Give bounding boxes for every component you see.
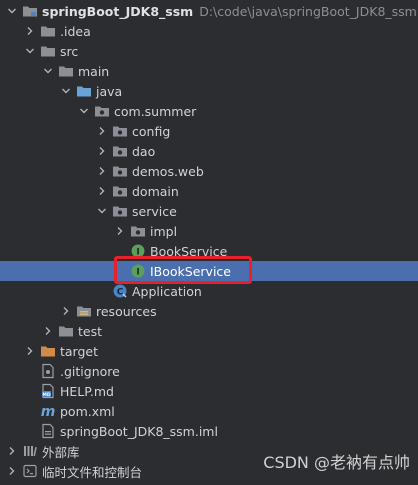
package-icon: [130, 223, 146, 239]
chevron-down-icon[interactable]: [78, 105, 90, 117]
chevron-right-icon[interactable]: [96, 125, 108, 137]
project-tree: springBoot_JDK8_ssm D:\code\java\springB…: [0, 0, 418, 485]
tree-label-pom-xml: pom.xml: [60, 403, 115, 419]
tree-label-book-service: BookService: [150, 243, 228, 259]
tree-label-domain: domain: [132, 183, 179, 199]
tree-label-java: java: [96, 83, 123, 99]
tree-row-package[interactable]: com.summer: [0, 101, 418, 121]
tree-label-impl: impl: [150, 223, 178, 239]
chevron-down-icon[interactable]: [60, 85, 72, 97]
svg-text:C: C: [117, 288, 124, 298]
libraries-icon: [22, 443, 38, 459]
chevron-down-icon[interactable]: [24, 45, 36, 57]
tree-label-service: service: [132, 203, 177, 219]
tree-label-application: Application: [132, 283, 202, 299]
tree-label-package: com.summer: [114, 103, 197, 119]
chevron-right-icon[interactable]: [60, 305, 72, 317]
maven-icon: m: [40, 403, 56, 419]
tree-row-service[interactable]: service: [0, 201, 418, 221]
tree-row-dao[interactable]: dao: [0, 141, 418, 161]
interface-icon: I: [130, 263, 146, 279]
chevron-right-icon[interactable]: [96, 145, 108, 157]
tree-label-idea: .idea: [60, 23, 91, 39]
chevron-right-icon[interactable]: [24, 25, 36, 37]
chevron-down-icon[interactable]: [6, 5, 18, 17]
folder-icon: [40, 23, 56, 39]
package-icon: [112, 123, 128, 139]
class-icon: C: [112, 283, 128, 299]
tree-row-ibook-service[interactable]: I IBookService: [0, 261, 418, 281]
tree-row-impl[interactable]: impl: [0, 221, 418, 241]
tree-label-gitignore: .gitignore: [60, 363, 120, 379]
svg-text:I: I: [136, 248, 139, 258]
project-name: springBoot_JDK8_ssm: [42, 3, 194, 19]
tree-row-book-service[interactable]: I BookService: [0, 241, 418, 261]
folder-icon: [58, 63, 74, 79]
chevron-right-icon[interactable]: [114, 225, 126, 237]
package-icon: [112, 203, 128, 219]
tree-label-ibook-service: IBookService: [150, 263, 231, 279]
tree-row-help-md[interactable]: MD HELP.md: [0, 381, 418, 401]
folder-icon: [40, 43, 56, 59]
folder-icon: [22, 3, 38, 19]
chevron-right-icon[interactable]: [6, 445, 18, 457]
chevron-right-icon[interactable]: [42, 325, 54, 337]
tree-row-resources[interactable]: resources: [0, 301, 418, 321]
markdown-icon: MD: [40, 383, 56, 399]
package-icon: [112, 183, 128, 199]
chevron-right-icon[interactable]: [24, 345, 36, 357]
tree-row-project[interactable]: springBoot_JDK8_ssm D:\code\java\springB…: [0, 1, 418, 21]
source-folder-icon: [76, 83, 92, 99]
tree-label-demos-web: demos.web: [132, 163, 204, 179]
svg-text:MD: MD: [42, 392, 50, 398]
excluded-folder-icon: [40, 343, 56, 359]
tree-label-iml: springBoot_JDK8_ssm.iml: [60, 423, 218, 439]
tree-label-main: main: [78, 63, 110, 79]
tree-row-gitignore[interactable]: .gitignore: [0, 361, 418, 381]
package-icon: [94, 103, 110, 119]
tree-label-help-md: HELP.md: [60, 383, 114, 399]
package-icon: [112, 143, 128, 159]
tree-row-target[interactable]: target: [0, 341, 418, 361]
gitignore-file-icon: [40, 363, 56, 379]
tree-row-pom-xml[interactable]: m pom.xml: [0, 401, 418, 421]
tree-row-idea[interactable]: .idea: [0, 21, 418, 41]
tree-label-scratches: 临时文件和控制台: [42, 464, 143, 480]
tree-row-iml[interactable]: springBoot_JDK8_ssm.iml: [0, 421, 418, 441]
watermark: CSDN @老衲有点帅: [263, 453, 410, 472]
chevron-down-icon[interactable]: [96, 205, 108, 217]
file-icon: [40, 423, 56, 439]
chevron-right-icon[interactable]: [6, 465, 18, 477]
tree-label-dao: dao: [132, 143, 156, 159]
tree-row-java[interactable]: java: [0, 81, 418, 101]
resources-folder-icon: [76, 303, 92, 319]
tree-row-src[interactable]: src: [0, 41, 418, 61]
chevron-down-icon[interactable]: [42, 65, 54, 77]
interface-icon: I: [130, 243, 146, 259]
folder-icon: [58, 323, 74, 339]
tree-row-test[interactable]: test: [0, 321, 418, 341]
svg-text:m: m: [41, 404, 56, 419]
chevron-right-icon[interactable]: [96, 185, 108, 197]
chevron-right-icon[interactable]: [96, 165, 108, 177]
tree-label-external-libs: 外部库: [42, 444, 80, 460]
tree-row-config[interactable]: config: [0, 121, 418, 141]
package-icon: [112, 163, 128, 179]
scratches-icon: [22, 463, 38, 479]
tree-label-test: test: [78, 323, 103, 339]
tree-row-domain[interactable]: domain: [0, 181, 418, 201]
project-path: D:\code\java\springBoot_JDK8_ssm: [199, 3, 417, 19]
tree-label-target: target: [60, 343, 99, 359]
tree-row-demos-web[interactable]: demos.web: [0, 161, 418, 181]
tree-label-src: src: [60, 43, 79, 59]
tree-label-config: config: [132, 123, 171, 139]
svg-text:I: I: [136, 268, 139, 278]
tree-row-main[interactable]: main: [0, 61, 418, 81]
tree-row-application[interactable]: C Application: [0, 281, 418, 301]
tree-label-resources: resources: [96, 303, 157, 319]
